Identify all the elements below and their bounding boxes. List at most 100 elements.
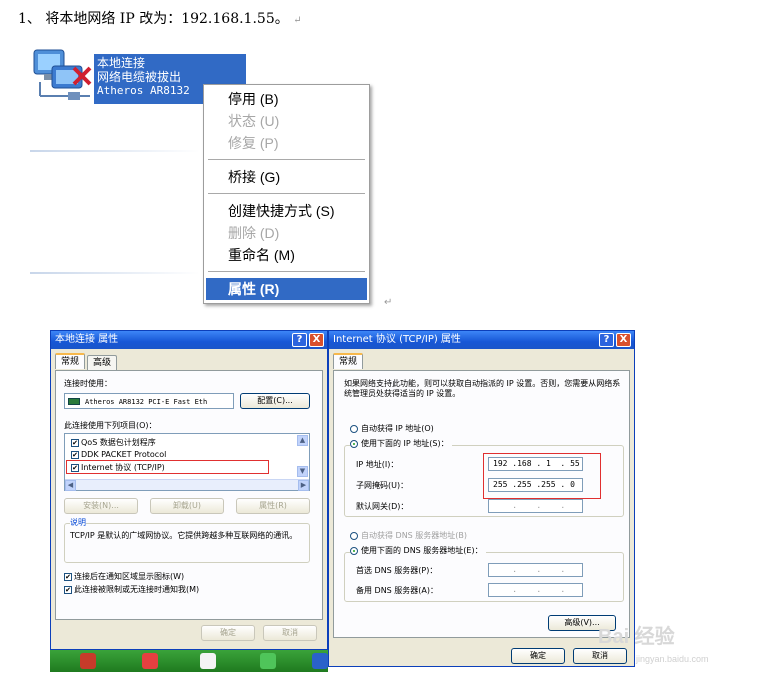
gateway-label: 默认网关(D)： bbox=[356, 502, 409, 511]
menu-separator bbox=[208, 193, 365, 194]
checkbox[interactable]: ✔ bbox=[64, 572, 72, 581]
menu-item-properties[interactable]: 属性 (R) bbox=[206, 278, 367, 300]
step-heading-text: 1、 将本地网络 IP 改为：192.168.1.55。 bbox=[18, 11, 289, 27]
use-ip-label: 使用下面的 IP 地址(S)： bbox=[361, 439, 449, 448]
install-button[interactable]: 安装(N)... bbox=[64, 498, 138, 514]
tab-general[interactable]: 常规 bbox=[55, 353, 86, 369]
auto-dns-label: 自动获得 DNS 服务器地址(B) bbox=[361, 531, 468, 540]
tab-general[interactable]: 常规 bbox=[333, 353, 364, 369]
list-item[interactable]: ✔ QoS 数据包计划程序 bbox=[71, 438, 156, 448]
radio-button[interactable] bbox=[350, 531, 358, 540]
notify-label: 此连接被限制或无连接时通知我(M) bbox=[74, 585, 200, 594]
description-title: 说明 bbox=[70, 518, 86, 528]
ip-label: IP 地址(I)： bbox=[356, 460, 399, 469]
scroll-down-icon[interactable]: ▼ bbox=[297, 466, 308, 477]
scroll-up-icon[interactable]: ▲ bbox=[297, 435, 308, 446]
use-dns-label: 使用下面的 DNS 服务器地址(E)： bbox=[361, 546, 483, 555]
paragraph-mark: ↵ bbox=[384, 297, 393, 308]
checkbox[interactable]: ✔ bbox=[71, 450, 79, 459]
highlight-box bbox=[483, 453, 601, 499]
configure-button[interactable]: 配置(C)... bbox=[240, 393, 310, 409]
checkbox[interactable]: ✔ bbox=[64, 585, 72, 594]
dialog-title: 本地连接 属性 bbox=[55, 334, 119, 345]
dns1-label: 首选 DNS 服务器(P)： bbox=[356, 566, 438, 575]
close-button[interactable]: X bbox=[616, 333, 631, 347]
highlight-box bbox=[66, 460, 269, 474]
divider bbox=[30, 272, 200, 274]
local-connection-properties-dialog: 本地连接 属性 ? X 常规 高级 连接时使用： Atheros AR8132 … bbox=[50, 330, 328, 650]
menu-item-delete[interactable]: 删除 (D) bbox=[206, 222, 367, 244]
properties-button[interactable]: 属性(R) bbox=[236, 498, 310, 514]
tab-advanced[interactable]: 高级 bbox=[87, 355, 118, 371]
scroll-left-icon[interactable]: ◀ bbox=[65, 480, 76, 491]
horizontal-scrollbar[interactable]: ◀ ▶ bbox=[65, 479, 309, 491]
desktop-icon[interactable] bbox=[312, 653, 328, 669]
connection-name: 本地连接 bbox=[97, 56, 146, 70]
context-menu: 停用 (B) 状态 (U) 修复 (P) 桥接 (G) 创建快捷方式 (S) 删… bbox=[203, 84, 370, 304]
show-icon-option[interactable]: ✔ 连接后在通知区域显示图标(W) bbox=[64, 572, 184, 582]
baidu-watermark: Bai 经验 bbox=[598, 626, 675, 648]
uninstall-button[interactable]: 卸载(U) bbox=[150, 498, 224, 514]
radio-button[interactable] bbox=[350, 546, 358, 555]
paragraph-mark: ↵ bbox=[293, 15, 302, 26]
step-heading: 1、 将本地网络 IP 改为：192.168.1.55。 ↵ bbox=[18, 8, 302, 28]
radio-button[interactable] bbox=[350, 439, 358, 448]
scroll-right-icon[interactable]: ▶ bbox=[298, 480, 309, 491]
show-icon-label: 连接后在通知区域显示图标(W) bbox=[74, 572, 185, 581]
connect-using-label: 连接时使用： bbox=[64, 379, 112, 388]
use-dns-option[interactable]: 使用下面的 DNS 服务器地址(E)： bbox=[350, 546, 486, 556]
auto-ip-option[interactable]: 自动获得 IP 地址(O) bbox=[350, 424, 434, 434]
skull-icon[interactable] bbox=[200, 653, 216, 669]
network-connection-icon[interactable] bbox=[30, 46, 100, 112]
preferred-dns-field[interactable]: . . . bbox=[488, 563, 583, 577]
help-button[interactable]: ? bbox=[292, 333, 307, 347]
adapter-field: Atheros AR8132 PCI-E Fast Eth bbox=[64, 393, 234, 409]
close-button[interactable]: X bbox=[309, 333, 324, 347]
notify-option[interactable]: ✔ 此连接被限制或无连接时通知我(M) bbox=[64, 585, 199, 595]
menu-separator bbox=[208, 271, 365, 272]
connection-status: 网络电缆被拔出 bbox=[97, 70, 182, 84]
help-button[interactable]: ? bbox=[599, 333, 614, 347]
checkbox[interactable]: ✔ bbox=[71, 438, 79, 447]
alternate-dns-field[interactable]: . . . bbox=[488, 583, 583, 597]
menu-item-rename[interactable]: 重命名 (M) bbox=[206, 244, 367, 266]
network-card-icon bbox=[68, 398, 80, 405]
general-panel: 如果网络支持此功能，则可以获取自动指派的 IP 设置。否则，您需要从网络系统管理… bbox=[333, 370, 630, 638]
menu-separator bbox=[208, 159, 365, 160]
gateway-field[interactable]: . . . bbox=[488, 499, 583, 513]
menu-item-bridge[interactable]: 桥接 (G) bbox=[206, 166, 367, 188]
dialog-title: Internet 协议 (TCP/IP) 属性 bbox=[333, 334, 461, 345]
list-item[interactable]: ✔ DDK PACKET Protocol bbox=[71, 450, 166, 460]
ok-button[interactable]: 确定 bbox=[511, 648, 565, 664]
description-group bbox=[64, 523, 310, 563]
desktop-icon[interactable] bbox=[142, 653, 158, 669]
cancel-button[interactable]: 取消 bbox=[573, 648, 627, 664]
title-bar[interactable]: 本地连接 属性 bbox=[51, 331, 327, 349]
desktop-background bbox=[50, 650, 328, 672]
desktop-icon[interactable] bbox=[80, 653, 96, 669]
ok-button[interactable]: 确定 bbox=[201, 625, 255, 641]
general-panel: 连接时使用： Atheros AR8132 PCI-E Fast Eth 配置(… bbox=[55, 370, 323, 620]
dns2-label: 备用 DNS 服务器(A)： bbox=[356, 586, 439, 595]
menu-item-create-shortcut[interactable]: 创建快捷方式 (S) bbox=[206, 200, 367, 222]
desktop-icon[interactable] bbox=[260, 653, 276, 669]
watermark-url: jingyan.baidu.com bbox=[636, 654, 709, 664]
items-label: 此连接使用下列项目(O)： bbox=[64, 421, 157, 430]
tcpip-properties-dialog: Internet 协议 (TCP/IP) 属性 ? X 常规 如果网络支持此功能… bbox=[328, 330, 635, 667]
description-text: TCP/IP 是默认的广域网协议。它提供跨越多种互联网络的通讯。 bbox=[70, 531, 298, 540]
intro-text: 如果网络支持此功能，则可以获取自动指派的 IP 设置。否则，您需要从网络系统管理… bbox=[344, 379, 621, 398]
menu-item-status[interactable]: 状态 (U) bbox=[206, 110, 367, 132]
adapter-name: Atheros AR8132 PCI-E Fast Eth bbox=[85, 398, 208, 406]
radio-button[interactable] bbox=[350, 424, 358, 433]
cancel-button[interactable]: 取消 bbox=[263, 625, 317, 641]
subnet-label: 子网掩码(U)： bbox=[356, 481, 409, 490]
component-label: DDK PACKET Protocol bbox=[81, 450, 167, 459]
menu-item-disable[interactable]: 停用 (B) bbox=[206, 88, 367, 110]
auto-dns-option[interactable]: 自动获得 DNS 服务器地址(B) bbox=[350, 531, 467, 541]
use-ip-option[interactable]: 使用下面的 IP 地址(S)： bbox=[350, 439, 452, 449]
divider bbox=[30, 150, 200, 152]
title-bar[interactable]: Internet 协议 (TCP/IP) 属性 bbox=[329, 331, 634, 349]
menu-item-repair[interactable]: 修复 (P) bbox=[206, 132, 367, 154]
auto-ip-label: 自动获得 IP 地址(O) bbox=[361, 424, 434, 433]
component-label: QoS 数据包计划程序 bbox=[81, 438, 156, 447]
